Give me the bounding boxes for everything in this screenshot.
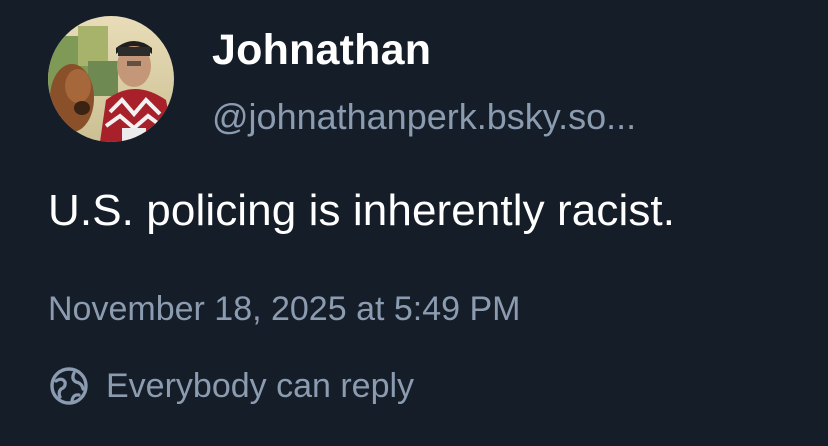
author-avatar[interactable] (48, 16, 174, 142)
post-container: Johnathan @johnathanperk.bsky.so... U.S.… (0, 0, 828, 446)
reply-setting-label: Everybody can reply (106, 366, 415, 405)
globe-icon (48, 365, 90, 407)
post-body-text: U.S. policing is inherently racist. (48, 186, 676, 235)
author-display-name[interactable]: Johnathan (212, 26, 431, 75)
author-handle[interactable]: @johnathanperk.bsky.so... (212, 96, 636, 138)
post-timestamp: November 18, 2025 at 5:49 PM (48, 290, 521, 328)
reply-setting[interactable]: Everybody can reply (48, 362, 414, 410)
avatar-photo (48, 16, 174, 142)
